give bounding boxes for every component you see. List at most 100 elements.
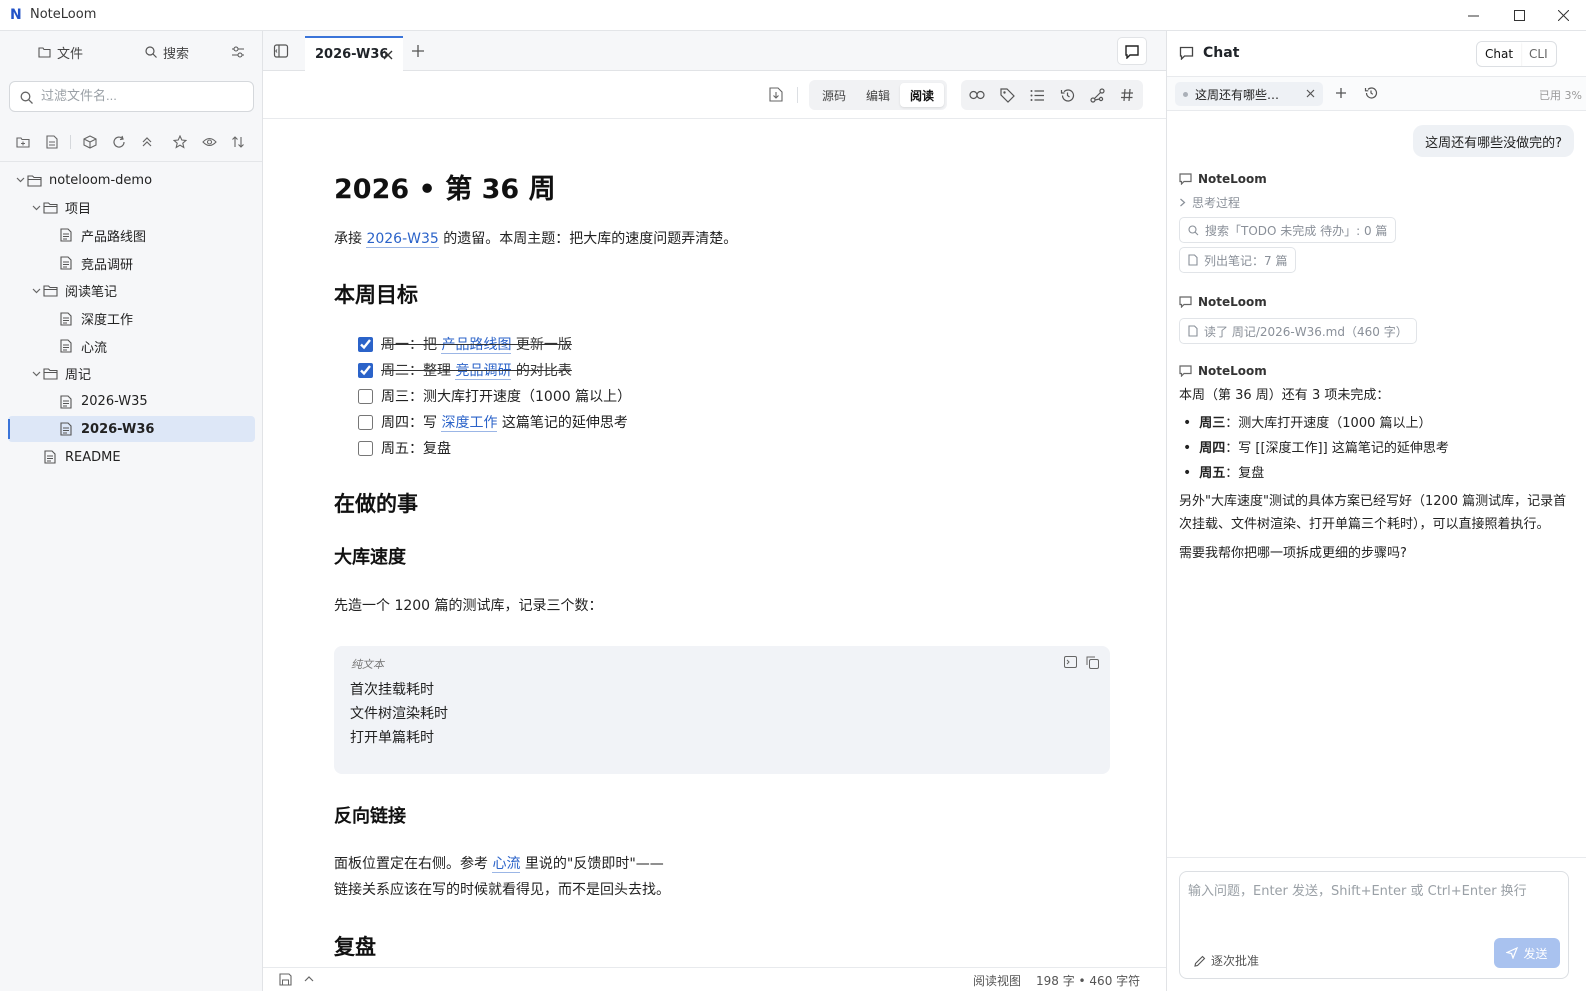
task-checkbox[interactable]: [358, 336, 373, 352]
outline-button[interactable]: [1025, 83, 1049, 107]
sliders-icon: [231, 45, 245, 59]
tool-list-pill[interactable]: 列出笔记：7 篇: [1179, 247, 1297, 273]
heading-button[interactable]: [1115, 83, 1139, 107]
assistant-icon: [1179, 365, 1192, 377]
task-text: 周四：写 深度工作 这篇笔记的延伸思考: [381, 412, 628, 432]
tree-folder-reading[interactable]: 阅读笔记: [8, 278, 255, 304]
tree-item-label: 心流: [81, 340, 108, 356]
tree-file-readme[interactable]: README: [8, 444, 255, 470]
tab-files[interactable]: 文件: [38, 41, 83, 63]
conversation-tabs: 这周还有哪些… 已用 3%: [1167, 77, 1586, 111]
answer-item-text: ：复盘: [1225, 466, 1265, 481]
doc-intro: 承接 2026-W35 的遗留。本周主题：把大库的速度问题弄清楚。: [334, 226, 737, 252]
new-folder-button[interactable]: [13, 132, 33, 152]
task-checkbox[interactable]: [358, 362, 373, 378]
graph-button[interactable]: [1085, 83, 1109, 107]
task-link[interactable]: 竞品调研: [455, 363, 512, 380]
tab-search-label: 搜索: [163, 46, 190, 62]
refresh-button[interactable]: [109, 132, 129, 152]
task-link[interactable]: 产品路线图: [441, 337, 512, 354]
mode-edit-button[interactable]: 编辑: [856, 83, 900, 107]
tree-folder-noteloom-demo[interactable]: noteloom-demo: [8, 167, 255, 193]
tab-2026-w36[interactable]: 2026-W36: [305, 36, 403, 71]
chat-input[interactable]: [1188, 880, 1560, 930]
task-checkbox[interactable]: [358, 440, 373, 456]
intro-text: 承接: [334, 231, 367, 247]
conversation-tab[interactable]: 这周还有哪些…: [1175, 82, 1323, 106]
view-button[interactable]: [199, 132, 219, 152]
copy-code-button[interactable]: [1086, 656, 1099, 669]
tab-search[interactable]: 搜索: [145, 41, 189, 63]
task-text: 周三：测大库打开速度（1000 篇以上）: [381, 386, 631, 406]
user-message: 这周还有哪些没做完的?: [1413, 125, 1574, 157]
new-tab-button[interactable]: [411, 44, 425, 58]
close-window-button[interactable]: [1540, 0, 1586, 31]
history-button[interactable]: [1055, 83, 1079, 107]
send-button[interactable]: 发送: [1494, 938, 1560, 968]
chevron-down-icon[interactable]: [30, 205, 42, 211]
close-tab-icon[interactable]: [383, 50, 393, 60]
tree-folder-projects[interactable]: 项目: [8, 195, 255, 221]
editor-tab-bar: 2026-W36: [263, 31, 1166, 71]
code-block: 纯文本 首次挂载耗时 文件树渲染耗时 打开单篇耗时: [334, 646, 1110, 774]
approve-toggle[interactable]: 逐次批准: [1194, 952, 1259, 969]
save-button[interactable]: [279, 973, 292, 986]
tree-file-2026-w36[interactable]: 2026-W36: [8, 416, 255, 443]
collapse-all-button[interactable]: [137, 132, 157, 152]
close-conversation-icon[interactable]: [1306, 89, 1315, 98]
chevron-down-icon[interactable]: [14, 177, 26, 183]
backlinks-text-line2: 链接关系应该在写的时候就看得见，而不是回头去找。: [334, 882, 670, 898]
chat-title: Chat: [1203, 45, 1240, 61]
toggle-sidebar-button[interactable]: [273, 43, 289, 59]
toggle-chat-button[interactable]: [1117, 37, 1147, 65]
task-text-part: 这篇笔记的延伸思考: [497, 415, 628, 431]
link-button[interactable]: [965, 83, 989, 107]
favorites-button[interactable]: [170, 132, 190, 152]
answer-item-text: ：写 [[深度工作]] 这篇笔记的延伸思考: [1225, 441, 1449, 456]
tree-file-flow[interactable]: 心流: [8, 333, 255, 359]
plus-icon: [411, 44, 425, 58]
tool-read-pill[interactable]: 读了 周记/2026-W36.md（460 字）: [1179, 318, 1417, 344]
task-item: 周四：写 深度工作 这篇笔记的延伸思考: [358, 409, 631, 435]
tree-item-label: 竞品调研: [81, 257, 134, 273]
chevron-down-icon[interactable]: [30, 288, 42, 294]
folder-icon: [42, 366, 58, 382]
chevron-down-icon[interactable]: [30, 371, 42, 377]
task-checkbox[interactable]: [358, 388, 373, 404]
tree-file-deep-work[interactable]: 深度工作: [8, 306, 255, 332]
task-checkbox[interactable]: [358, 414, 373, 430]
expand-status-button[interactable]: [304, 974, 314, 984]
tree-folder-weekly[interactable]: 周记: [8, 361, 255, 387]
tree-file-competitors[interactable]: 竞品调研: [8, 250, 255, 276]
filter-input[interactable]: [41, 88, 241, 103]
sidebar-settings-button[interactable]: [231, 41, 245, 63]
tree-file-roadmap[interactable]: 产品路线图: [8, 222, 255, 248]
assistant-icon: [1179, 296, 1192, 308]
mode-read-button[interactable]: 阅读: [900, 83, 945, 107]
task-text-part: 周五：复盘: [381, 441, 451, 457]
minimize-button[interactable]: [1450, 0, 1496, 31]
tool-search-pill[interactable]: 搜索「TODO 未完成 待办」: 0 篇: [1179, 217, 1397, 243]
maximize-button[interactable]: [1496, 0, 1542, 31]
new-conversation-button[interactable]: [1335, 87, 1347, 99]
send-icon: [1506, 947, 1519, 959]
conversation-history-button[interactable]: [1364, 86, 1378, 100]
wrap-code-button[interactable]: [1064, 656, 1077, 668]
answer-item: 周五：复盘: [1179, 461, 1575, 486]
chat-mode-switch: Chat CLI: [1476, 41, 1557, 67]
thinking-toggle[interactable]: 思考过程: [1179, 194, 1240, 211]
search-icon: [20, 91, 33, 104]
sort-button[interactable]: [228, 132, 248, 152]
tag-button[interactable]: [995, 83, 1019, 107]
segment-cli[interactable]: CLI: [1521, 42, 1556, 66]
task-link[interactable]: 深度工作: [441, 415, 498, 432]
new-note-button[interactable]: [42, 132, 62, 152]
link-flow[interactable]: 心流: [492, 856, 521, 873]
mode-source-button[interactable]: 源码: [812, 83, 856, 107]
tree-file-2026-w35[interactable]: 2026-W35: [8, 389, 255, 415]
segment-chat[interactable]: Chat: [1477, 42, 1522, 66]
export-button[interactable]: [769, 87, 783, 102]
list-icon: [1030, 89, 1045, 102]
link-2026-w35[interactable]: 2026-W35: [366, 231, 439, 248]
package-button[interactable]: [80, 132, 100, 152]
